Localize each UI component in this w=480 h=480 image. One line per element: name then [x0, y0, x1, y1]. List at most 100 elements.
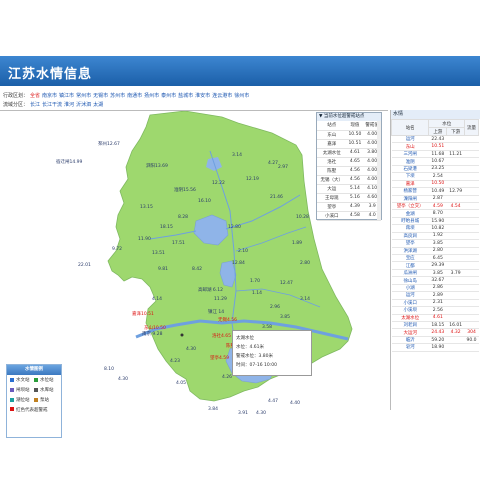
basin-link[interactable]: 太湖 [93, 102, 103, 108]
basin-link[interactable]: 沂沭泗 [76, 102, 91, 108]
region-link[interactable]: 南京市 [42, 93, 57, 99]
map-station-label[interactable]: 12.22 [212, 181, 225, 186]
water-row[interactable]: 小溪口 2.31 [391, 299, 479, 308]
warning-row[interactable]: 王母观 5.16 4.60 [317, 193, 381, 203]
map-station-label[interactable]: 4.27 [268, 161, 278, 166]
map-station-label[interactable]: 13.51 [152, 251, 165, 256]
map-station-label[interactable]: 4.30 [256, 411, 266, 416]
map-station-label[interactable]: 8.42 [192, 267, 202, 272]
station-name-link[interactable]: 小湖 [391, 284, 429, 293]
map-station-label[interactable]: 12.80 [228, 225, 241, 230]
col-flow[interactable]: 流量 [464, 119, 479, 136]
water-row[interactable]: 望亭（立交） 4.59 4.54 [391, 202, 479, 211]
region-link[interactable]: 全省 [30, 93, 40, 99]
region-link[interactable]: 泰州市 [161, 93, 176, 99]
warning-row[interactable]: 嘉泽 10.51 4.00 [317, 139, 381, 149]
warning-row[interactable]: 无锡（大） 4.56 4.00 [317, 175, 381, 185]
col-current[interactable]: 现值 [346, 121, 364, 131]
water-row[interactable]: 太湖水位 4.61 [391, 314, 479, 322]
map-station-label[interactable]: 4.05 [176, 381, 186, 386]
station-name-link[interactable]: 皂河 [391, 343, 429, 352]
water-row[interactable]: 石梁港 23.25 [391, 165, 479, 174]
water-row[interactable]: 临沂 59.20 90.0 [391, 336, 479, 345]
warning-panel-scrollbar[interactable] [377, 121, 381, 220]
station-name-link[interactable]: 刘老涧 [391, 321, 429, 330]
map-station-label[interactable]: 4.30 [118, 377, 128, 382]
map-station-label[interactable]: 4.40 [290, 401, 300, 406]
map-station-label[interactable]: 4.23 [170, 359, 180, 364]
water-row[interactable]: 高良涧 1.92 [391, 232, 479, 241]
map-station-label[interactable]: 高邮湖 6.12 [198, 287, 223, 293]
water-row[interactable]: 徐山岛 32.67 [391, 276, 479, 285]
map-station-label[interactable]: 望亭4.59 [210, 355, 229, 361]
map-station-label[interactable]: 4.47 [268, 399, 278, 404]
water-row[interactable]: 小湖 2.86 [391, 284, 479, 293]
station-name-link[interactable]: 溧阳闸 [391, 195, 429, 203]
water-row[interactable]: 盱眙县城 15.90 [391, 217, 479, 226]
station-name-link[interactable]: 高良涧 [391, 232, 429, 241]
water-row[interactable]: 下坝 2.54 [391, 172, 479, 181]
map-station-label[interactable]: 12.19 [246, 177, 259, 182]
station-name-link[interactable]: 宝应 [391, 254, 429, 263]
map-station-label[interactable]: 1.89 [292, 241, 302, 246]
col-downstream[interactable]: 下游 [446, 127, 466, 136]
map-station-label[interactable]: 11.90 [138, 237, 151, 242]
map-station-label[interactable]: 8.10 [104, 367, 114, 372]
basin-link[interactable]: 长江干流 [42, 102, 62, 108]
water-row[interactable]: 三河闸 11.68 11.21 [391, 150, 479, 159]
map-station-label[interactable]: 10.28 [296, 215, 309, 220]
map-station-label[interactable]: 2.97 [278, 165, 288, 170]
col-upstream[interactable]: 上游 [428, 127, 448, 136]
water-row[interactable]: 蒋坝 10.82 [391, 224, 479, 233]
region-link[interactable]: 盐城市 [178, 93, 193, 99]
station-name-link[interactable]: 运河 [391, 135, 429, 144]
map-station-label[interactable]: 淮阴15.56 [174, 187, 196, 193]
warning-row[interactable]: 洛社 4.65 4.00 [317, 157, 381, 167]
map-station-label[interactable]: 邳州12.67 [98, 141, 120, 147]
water-row[interactable]: 大运河 24.43 4.32 304 [391, 328, 479, 337]
station-name-link[interactable]: 小溪口 [391, 299, 429, 308]
map-station-label[interactable]: 3.14 [232, 153, 242, 158]
station-name-link[interactable]: 小溪坝 [391, 306, 429, 315]
water-row[interactable]: 宝应 6.45 [391, 254, 479, 263]
map-station-label[interactable]: 洛社4.65 [212, 333, 231, 339]
region-link[interactable]: 苏州市 [110, 93, 125, 99]
water-row[interactable]: 皂河 18.90 [391, 343, 479, 352]
station-name-link[interactable]: 东山 [391, 142, 429, 151]
water-row[interactable]: 刘老涧 18.15 16.01 [391, 321, 479, 330]
map-station-label[interactable]: 3.84 [208, 407, 218, 412]
map-station-label[interactable]: 1.70 [250, 279, 260, 284]
water-row[interactable]: 东山 10.51 [391, 142, 479, 151]
station-name-link[interactable]: 大运河 [391, 328, 429, 337]
region-link[interactable]: 镇江市 [59, 93, 74, 99]
map-station-label[interactable]: 2.10 [238, 249, 248, 254]
station-name-link[interactable]: 三河闸 [391, 150, 429, 159]
map-station-label[interactable]: 3.91 [238, 411, 248, 416]
map-station-label[interactable]: 1.14 [252, 291, 262, 296]
station-name-link[interactable]: 江都 [391, 261, 429, 270]
region-link[interactable]: 扬州市 [144, 93, 159, 99]
map-station-label[interactable]: 3.85 [280, 315, 290, 320]
warning-row[interactable]: 小溪口 4.58 4.0 [317, 211, 381, 221]
warning-stations-panel[interactable]: ▼ 当前水位超警戒站点 站点 现值 警戒值 东山 10.50 4.00 嘉泽 10.51… [316, 112, 382, 221]
map-station-label[interactable]: 东山10.50 [144, 325, 166, 331]
map-station-label[interactable]: 2.96 [270, 305, 280, 310]
map-station-label[interactable]: 8.28 [178, 215, 188, 220]
water-row[interactable]: 运河 2.89 [391, 291, 479, 300]
station-name-link[interactable]: 淮阴 [391, 157, 429, 166]
map-station-label[interactable]: 9.72 [112, 247, 122, 252]
station-name-link[interactable]: 嘉泽 [391, 180, 429, 189]
water-row[interactable]: 溧阳闸 2.87 [391, 195, 479, 203]
map-station-label[interactable]: 9.81 [158, 267, 168, 272]
station-name-link[interactable]: 徐山岛 [391, 276, 429, 285]
station-name-link[interactable]: 运河 [391, 291, 429, 300]
map-station-label[interactable]: 2.80 [300, 261, 310, 266]
map-station-label[interactable]: 镇江 14 [208, 309, 224, 315]
station-name-link[interactable]: 望亭（立交） [391, 202, 429, 211]
basin-link[interactable]: 长江 [30, 102, 40, 108]
water-row[interactable]: 望亭 3.85 [391, 239, 479, 248]
station-name-link[interactable]: 太湖水位 [391, 314, 429, 322]
water-row[interactable]: 小溪坝 2.56 [391, 306, 479, 315]
map-station-label[interactable]: 3.14 [300, 297, 310, 302]
map-station-label[interactable]: 17.51 [172, 241, 185, 246]
